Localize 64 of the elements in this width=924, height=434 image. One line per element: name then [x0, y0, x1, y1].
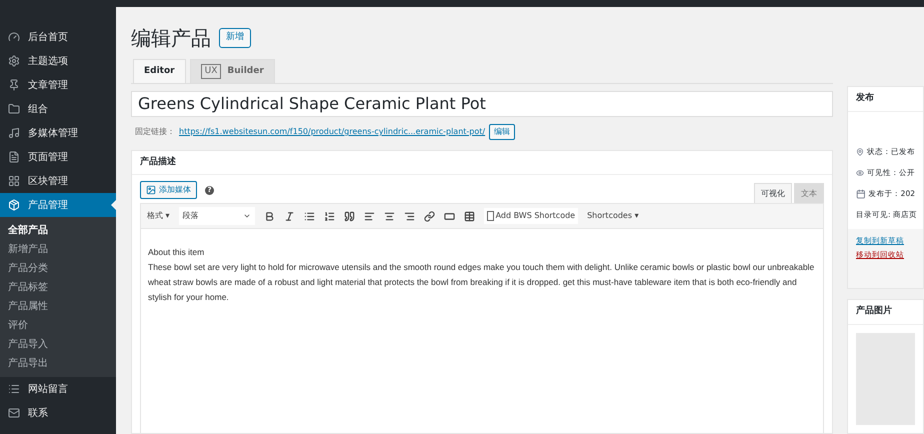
- sidebar-item[interactable]: 组合: [0, 97, 116, 121]
- format-menu[interactable]: 格式 ▾: [147, 210, 170, 222]
- submenu-item[interactable]: 产品导出: [0, 354, 116, 373]
- title-field[interactable]: Greens Cylindrical Shape Ceramic Plant Pot: [131, 91, 833, 117]
- pin-icon: [8, 79, 20, 91]
- settings-icon: [8, 55, 20, 67]
- mail-icon: [8, 407, 20, 419]
- current-pointer: [111, 200, 116, 210]
- page-icon: [8, 151, 20, 163]
- numbered-list-icon[interactable]: [324, 210, 335, 222]
- link-icon[interactable]: [424, 210, 435, 222]
- quote-icon[interactable]: [344, 210, 355, 222]
- submenu-item[interactable]: 评价: [0, 316, 116, 335]
- sidebar-item[interactable]: 后台首页: [0, 25, 116, 49]
- submenu-item[interactable]: 全部产品: [0, 221, 116, 240]
- sidebar-item[interactable]: 多媒体管理: [0, 121, 116, 145]
- ux-badge: UX: [200, 64, 222, 80]
- paragraph-select[interactable]: 段落: [178, 207, 255, 225]
- italic-icon[interactable]: [284, 210, 295, 222]
- align-right-icon[interactable]: [404, 210, 415, 222]
- caret-icon: [242, 212, 251, 220]
- table-icon[interactable]: [464, 210, 475, 222]
- sidebar-item[interactable]: 主题选项: [0, 49, 116, 73]
- shortcodes-menu[interactable]: Shortcodes ▾: [587, 210, 639, 222]
- editor-tab[interactable]: UX Builder: [190, 59, 275, 83]
- bold-icon[interactable]: [264, 210, 275, 222]
- submenu-item[interactable]: 新增产品: [0, 240, 116, 259]
- permalink-link[interactable]: https://fs1.websitesun.com/f150/product/greens-cylindric...eramic-plant-pot/: [179, 126, 486, 138]
- page-title: 编辑产品: [131, 25, 211, 52]
- bws-shortcode-button[interactable]: Add BWS Shortcode: [484, 208, 578, 224]
- add-new-button[interactable]: 新增: [219, 28, 251, 48]
- submenu-item[interactable]: 产品导入: [0, 335, 116, 354]
- editor-mode-tab[interactable]: 可视化: [754, 183, 792, 203]
- grid-icon: [8, 175, 20, 187]
- align-left-icon[interactable]: [364, 210, 375, 222]
- read-more-icon[interactable]: [444, 210, 455, 222]
- permalink-label: 固定链接：: [135, 126, 175, 138]
- bullet-list-icon[interactable]: [304, 210, 315, 222]
- editor-tab[interactable]: Editor: [133, 59, 186, 83]
- add-media-button[interactable]: 添加媒体: [140, 181, 197, 199]
- content-paragraph: These bowl set are very light to hold for microwave utensils and the smooth round edges make you touch them with delight. Unlike ceramic bowls or plastic bowl our unbreakable wheat straw bowls are made of a robust and light material that protects the bowl from breaking if it is dropped. get this must-have tableware item that is both eco-friendly and stylish for your home.: [148, 261, 816, 304]
- sidebar-item[interactable]: 区块管理: [0, 169, 116, 193]
- package-icon: [8, 199, 20, 211]
- calendar-icon: [856, 188, 866, 200]
- folder-icon: [8, 103, 20, 115]
- sidebar-item[interactable]: 产品管理: [0, 193, 116, 217]
- sidebar-item[interactable]: 网站留言: [0, 377, 116, 401]
- sidebar-item[interactable]: 页面管理: [0, 145, 116, 169]
- edit-permalink-button[interactable]: 编辑: [489, 124, 516, 140]
- dashboard-icon: [8, 31, 20, 43]
- content-paragraph: About this item: [148, 246, 206, 259]
- panel-heading: 产品描述: [132, 151, 832, 175]
- pin-icon: [856, 146, 864, 158]
- panel-heading: 产品图片: [848, 300, 923, 325]
- panel-heading: 发布: [848, 87, 923, 112]
- sidebar-item[interactable]: 联系: [0, 401, 116, 425]
- media-icon: [146, 185, 156, 195]
- shortcode-icon: [486, 211, 494, 221]
- submenu-item[interactable]: 产品标签: [0, 278, 116, 297]
- submenu-item[interactable]: 产品属性: [0, 297, 116, 316]
- submenu-item[interactable]: 产品分类: [0, 259, 116, 278]
- media-icon: [8, 127, 20, 139]
- align-center-icon[interactable]: [384, 210, 395, 222]
- sidebar-item[interactable]: 文章管理: [0, 73, 116, 97]
